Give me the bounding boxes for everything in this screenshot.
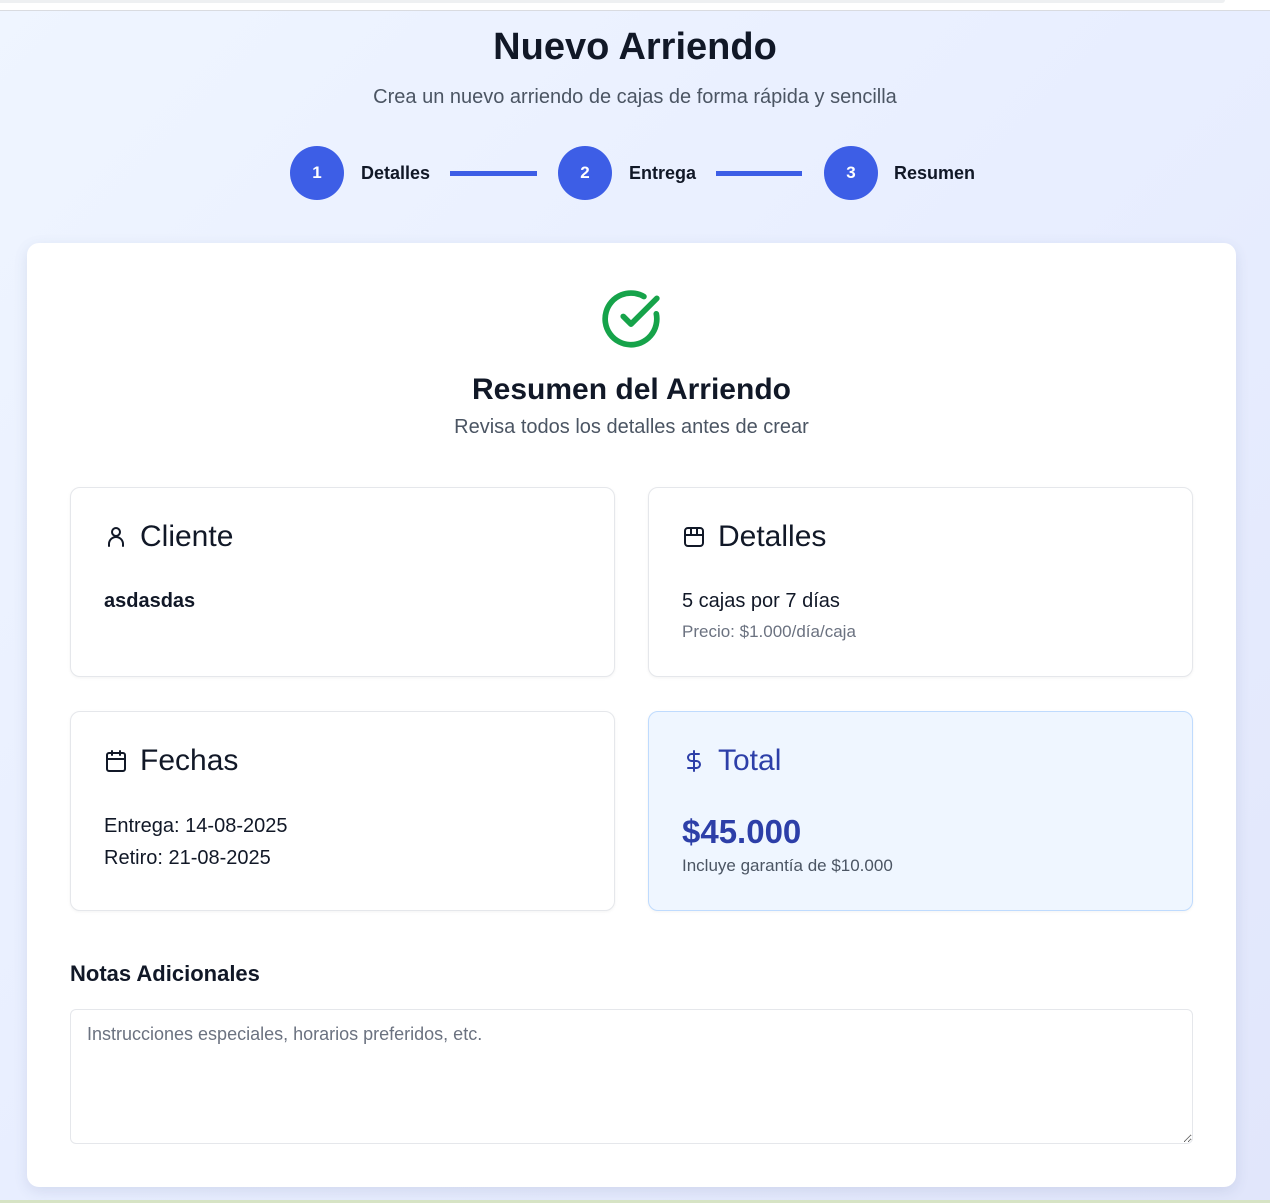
total-amount: $45.000 xyxy=(682,813,802,850)
step-3-circle[interactable]: 3 xyxy=(824,146,878,200)
details-price: Precio: $1.000/día/caja xyxy=(682,622,856,641)
step-1-label: Detalles xyxy=(361,163,431,183)
total-title: Total xyxy=(718,744,782,777)
client-box: Cliente asdasdas xyxy=(70,487,615,677)
top-strip xyxy=(0,0,1225,3)
dates-box: Fechas Entrega: 14-08-2025 Retiro: 21-08… xyxy=(70,711,615,911)
step-3-label: Resumen xyxy=(894,163,976,183)
user-icon xyxy=(108,527,124,547)
details-quantity: 5 cajas por 7 días xyxy=(682,590,840,612)
client-title: Cliente xyxy=(140,520,234,553)
step-2-circle[interactable]: 2 xyxy=(558,146,612,200)
step-1-circle[interactable]: 1 xyxy=(290,146,344,200)
package-icon xyxy=(684,527,704,547)
details-box: Detalles 5 cajas por 7 días Precio: $1.0… xyxy=(648,487,1193,677)
pickup-date: Retiro: 21-08-2025 xyxy=(104,847,271,869)
step-2-label: Entrega xyxy=(629,163,697,183)
check-circle-icon xyxy=(602,290,660,348)
summary-card: Resumen del Arriendo Revisa todos los de… xyxy=(27,243,1236,1187)
page-subtitle: Crea un nuevo arriendo de cajas de forma… xyxy=(373,86,897,108)
summary-subtitle: Revisa todos los detalles antes de crear xyxy=(454,416,809,438)
step-connector xyxy=(716,171,802,176)
dates-title: Fechas xyxy=(140,744,239,777)
client-name: asdasdas xyxy=(104,590,196,612)
calendar-icon xyxy=(106,750,126,772)
page-title: Nuevo Arriendo xyxy=(493,26,777,68)
notes-label: Notas Adicionales xyxy=(70,961,260,986)
summary-title: Resumen del Arriendo xyxy=(472,373,791,406)
delivery-date: Entrega: 14-08-2025 xyxy=(104,815,288,837)
notes-textarea[interactable] xyxy=(70,1009,1193,1144)
browser-top-bar xyxy=(0,0,1270,11)
step-connector xyxy=(450,171,537,176)
total-box: Total $45.000 Incluye garantía de $10.00… xyxy=(648,711,1193,911)
details-title: Detalles xyxy=(718,520,827,553)
dollar-icon xyxy=(687,750,701,772)
deposit-note: Incluye garantía de $10.000 xyxy=(682,856,893,875)
